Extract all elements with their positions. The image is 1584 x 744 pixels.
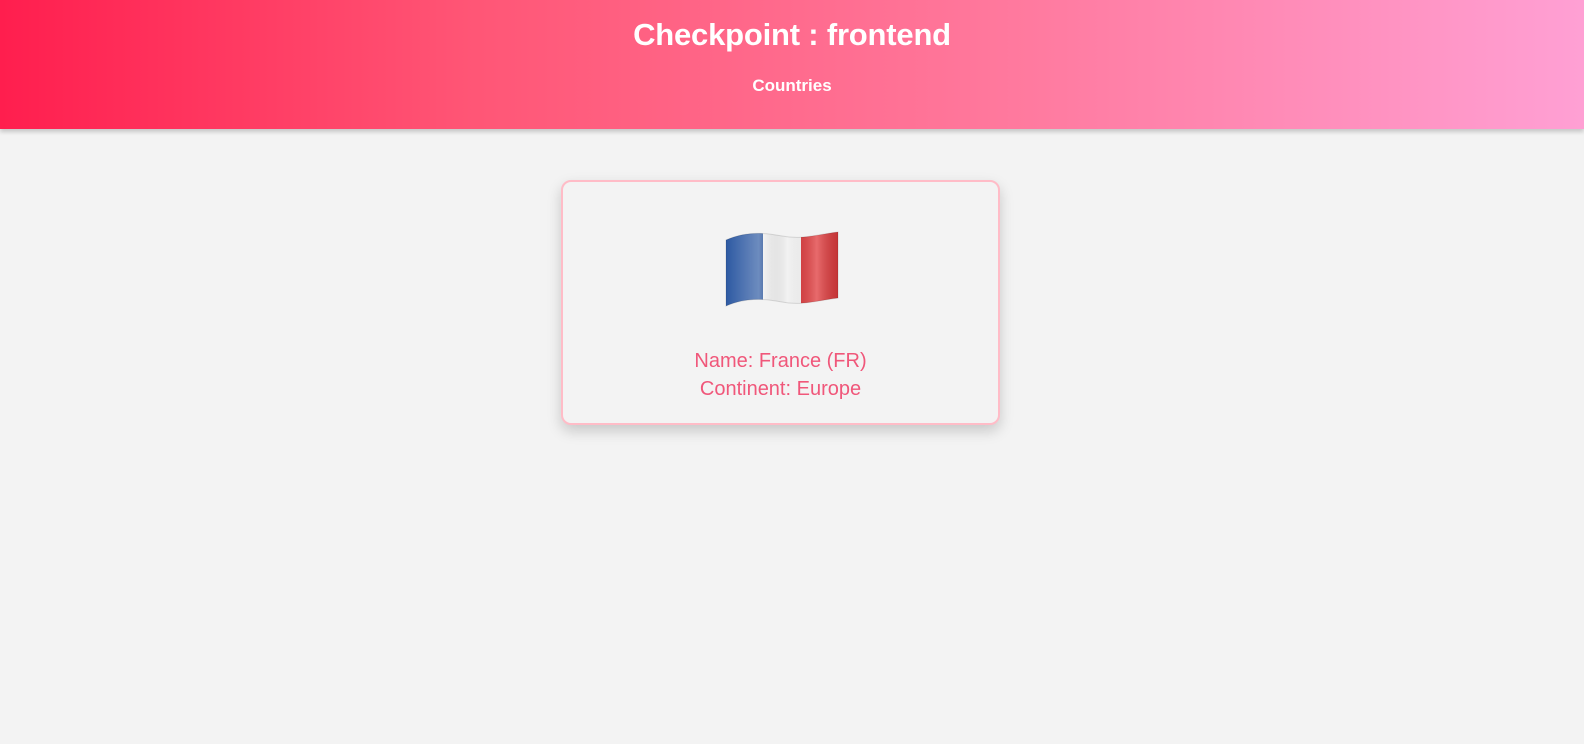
country-card: Name: France (FR) Continent: Europe bbox=[561, 180, 1000, 425]
france-flag-icon bbox=[725, 231, 839, 307]
page-title: Checkpoint : frontend bbox=[633, 17, 951, 52]
nav-countries-wrapper: Countries bbox=[0, 76, 1584, 96]
nav-link-countries[interactable]: Countries bbox=[752, 76, 831, 95]
app-header: Checkpoint : frontend Countries bbox=[0, 0, 1584, 129]
country-name: Name: France (FR) bbox=[694, 350, 867, 372]
country-continent: Continent: Europe bbox=[699, 378, 862, 400]
